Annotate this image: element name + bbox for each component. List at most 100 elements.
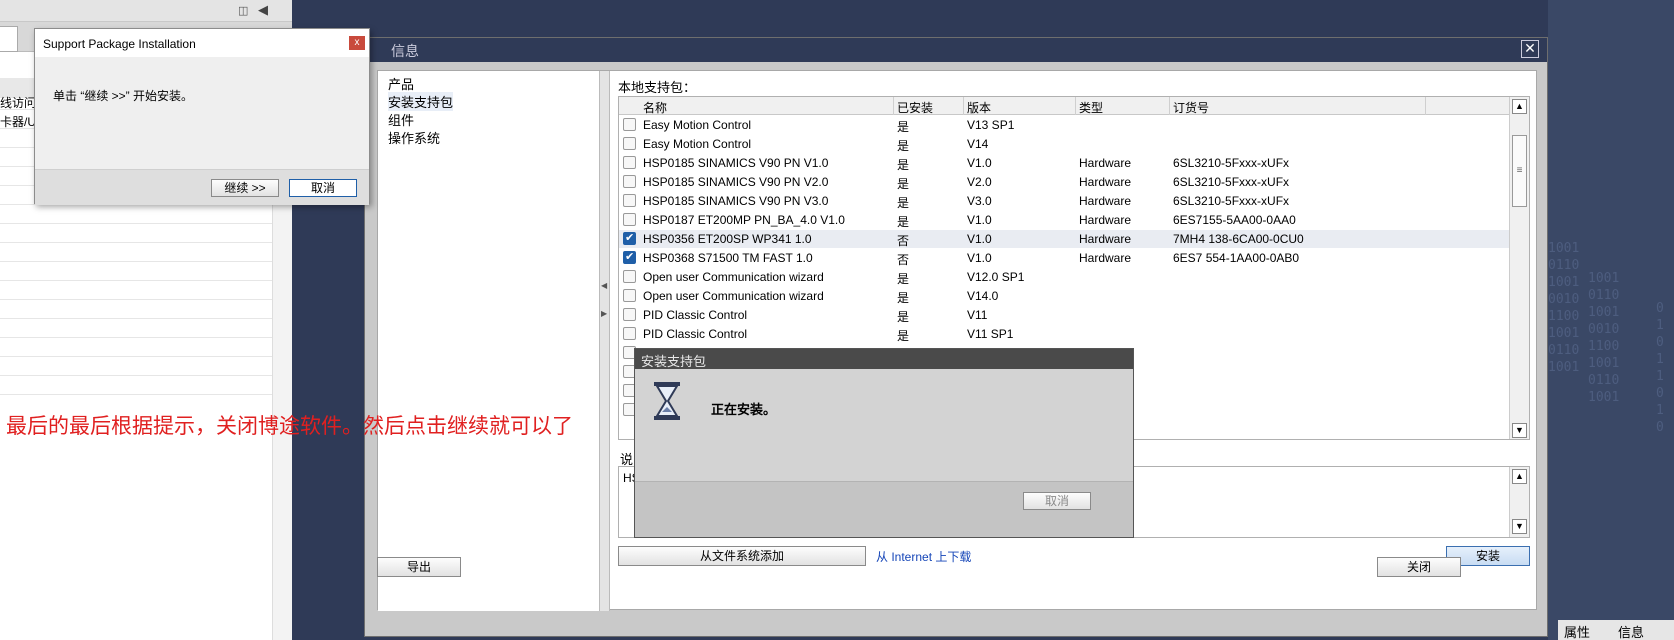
split-icon[interactable]: ◫ <box>238 4 248 17</box>
nav-item-support-packages[interactable]: 安装支持包 <box>388 92 454 111</box>
row-checkbox[interactable] <box>623 194 636 207</box>
export-button[interactable]: 导出 <box>377 557 461 577</box>
table-row[interactable]: HSP0185 SINAMICS V90 PN V1.0 是 V1.0 Hardwar… <box>619 154 1509 172</box>
background-right-decor: 1001 0110 1001 0010 1100 1001 0110 1001 … <box>1548 0 1674 640</box>
cell-version: V14.0 <box>967 289 999 303</box>
table-row[interactable]: HSP0185 SINAMICS V90 PN V3.0 是 V3.0 Hardwar… <box>619 192 1509 210</box>
splitter-left-arrow-icon[interactable]: ◀ <box>601 281 607 290</box>
table-row[interactable]: Open user Communication wizard 是 V14.0 <box>619 287 1509 305</box>
installing-dialog-title: 安装支持包 <box>641 354 707 369</box>
left-panel-row <box>0 319 272 338</box>
bottom-tabbar: 属性 信息 <box>1558 620 1674 640</box>
cell-version: V2.0 <box>967 175 992 189</box>
left-panel-tab[interactable] <box>0 26 18 52</box>
cell-installed: 是 <box>897 196 910 210</box>
col-header-name[interactable]: 名称 <box>643 99 667 116</box>
cell-name: HSP0356 ET200SP WP341 1.0 <box>643 232 812 246</box>
col-header-order-number[interactable]: 订货号 <box>1173 99 1209 116</box>
cell-name: HSP0185 SINAMICS V90 PN V2.0 <box>643 175 829 189</box>
binary-decor-text: 1001 0110 1001 0010 1100 1001 0110 1001 <box>1548 241 1580 375</box>
table-row[interactable]: Easy Motion Control 是 V14 <box>619 135 1509 153</box>
cell-version: V3.0 <box>967 194 992 208</box>
scroll-up-icon[interactable]: ▲ <box>1512 99 1527 114</box>
cancel-button[interactable]: 取消 <box>289 179 357 197</box>
table-row[interactable]: HSP0185 SINAMICS V90 PN V2.0 是 V2.0 Hardwar… <box>619 173 1509 191</box>
info-dialog-title: 信息 <box>391 43 419 59</box>
cell-version: V1.0 <box>967 213 992 227</box>
binary-decor-text: 1001 0110 1001 0010 1100 1001 0110 1001 <box>1588 271 1620 405</box>
nav-item-components[interactable]: 组件 <box>388 110 414 129</box>
cell-installed: 是 <box>897 120 910 134</box>
cell-version: V1.0 <box>967 156 992 170</box>
row-checkbox[interactable] <box>623 250 636 264</box>
installing-dialog-footer: 取消 <box>635 481 1133 537</box>
table-row[interactable]: PID Classic Control 是 V11 SP1 <box>619 325 1509 343</box>
row-checkbox[interactable] <box>623 270 636 283</box>
cell-order: 6ES7155-5AA00-0AA0 <box>1173 213 1296 227</box>
cell-type: Hardware <box>1079 156 1132 170</box>
col-header-type[interactable]: 类型 <box>1079 99 1103 116</box>
tab-properties[interactable]: 属性 <box>1564 622 1590 640</box>
col-header-installed[interactable]: 已安装 <box>897 99 933 116</box>
row-checkbox[interactable] <box>623 156 636 169</box>
cell-name: Open user Communication wizard <box>643 289 824 303</box>
download-from-internet-link[interactable]: 从 Internet 上下载 <box>876 548 971 565</box>
collapse-arrow-icon[interactable]: ◀ <box>258 2 268 18</box>
cell-name: HSP0187 ET200MP PN_BA_4.0 V1.0 <box>643 213 845 227</box>
description-scrollbar[interactable]: ▲ ▼ <box>1509 467 1529 537</box>
row-checkbox[interactable] <box>623 231 636 245</box>
cell-name: Easy Motion Control <box>643 118 752 132</box>
left-panel-row <box>0 300 272 319</box>
close-icon[interactable]: ✕ <box>1521 40 1539 58</box>
cell-installed: 是 <box>897 329 910 343</box>
cell-version: V1.0 <box>967 232 992 246</box>
splitter-right-arrow-icon[interactable]: ▶ <box>601 309 607 318</box>
row-checkbox[interactable] <box>623 213 636 226</box>
row-checkbox[interactable] <box>623 175 636 188</box>
binary-decor-text: 0 1 0 1 1 0 1 0 <box>1656 301 1664 435</box>
table-row[interactable]: HSP0356 ET200SP WP341 1.0 否 V1.0 Hardware 7M… <box>619 230 1509 248</box>
cell-order: 6SL3210-5Fxxx-xUFx <box>1173 175 1290 189</box>
scroll-down-icon[interactable]: ▼ <box>1512 423 1527 438</box>
table-row[interactable]: Open user Communication wizard 是 V12.0 SP1 <box>619 268 1509 286</box>
nav-item-os[interactable]: 操作系统 <box>388 128 440 147</box>
row-checkbox[interactable] <box>623 289 636 302</box>
cell-type: Hardware <box>1079 175 1132 189</box>
hourglass-icon <box>654 382 680 420</box>
left-panel-row <box>0 224 272 243</box>
row-checkbox[interactable] <box>623 327 636 340</box>
annotation-text: 最后的最后根据提示，关闭博途软件。然后点击继续就可以了 <box>6 415 573 438</box>
table-row[interactable]: PID Classic Control 是 V11 <box>619 306 1509 324</box>
table-row[interactable]: HSP0368 S71500 TM FAST 1.0 否 V1.0 Hardware 6… <box>619 249 1509 267</box>
close-button[interactable]: 关闭 <box>1377 557 1461 577</box>
close-icon[interactable]: x <box>349 36 365 50</box>
add-from-filesystem-button[interactable]: 从文件系统添加 <box>618 546 866 566</box>
scroll-thumb[interactable]: ≡ <box>1512 135 1527 207</box>
cell-installed: 是 <box>897 158 910 172</box>
row-checkbox[interactable] <box>623 308 636 321</box>
table-scrollbar[interactable]: ▲ ≡ ▼ <box>1509 97 1529 439</box>
cell-order: 6SL3210-5Fxxx-xUFx <box>1173 194 1290 208</box>
support-package-installation-dialog: Support Package Installation x 单击 “继续 >>… <box>34 28 370 205</box>
table-row[interactable]: HSP0187 ET200MP PN_BA_4.0 V1.0 是 V1.0 Hardw… <box>619 211 1509 229</box>
cell-name: HSP0185 SINAMICS V90 PN V3.0 <box>643 194 829 208</box>
installing-cancel-button[interactable]: 取消 <box>1023 492 1091 510</box>
left-panel-row <box>0 243 272 262</box>
table-row[interactable]: Easy Motion Control 是 V13 SP1 <box>619 116 1509 134</box>
cell-installed: 是 <box>897 310 910 324</box>
nav-tree: 产品 安装支持包 组件 操作系统 <box>378 71 600 611</box>
cell-type: Hardware <box>1079 232 1132 246</box>
desc-scroll-down-icon[interactable]: ▼ <box>1512 519 1527 534</box>
nav-item-product[interactable]: 产品 <box>388 74 414 93</box>
row-checkbox[interactable] <box>623 137 636 150</box>
cell-installed: 是 <box>897 215 910 229</box>
desc-scroll-up-icon[interactable]: ▲ <box>1512 469 1527 484</box>
left-panel-row <box>0 281 272 300</box>
panel-splitter[interactable]: ◀ ▶ <box>600 71 610 611</box>
tab-info[interactable]: 信息 <box>1618 622 1644 640</box>
col-header-version[interactable]: 版本 <box>967 99 991 116</box>
row-checkbox[interactable] <box>623 118 636 131</box>
cell-order: 7MH4 138-6CA00-0CU0 <box>1173 232 1304 246</box>
continue-button[interactable]: 继续 >> <box>211 179 279 197</box>
cell-order: 6ES7 554-1AA00-0AB0 <box>1173 251 1300 265</box>
